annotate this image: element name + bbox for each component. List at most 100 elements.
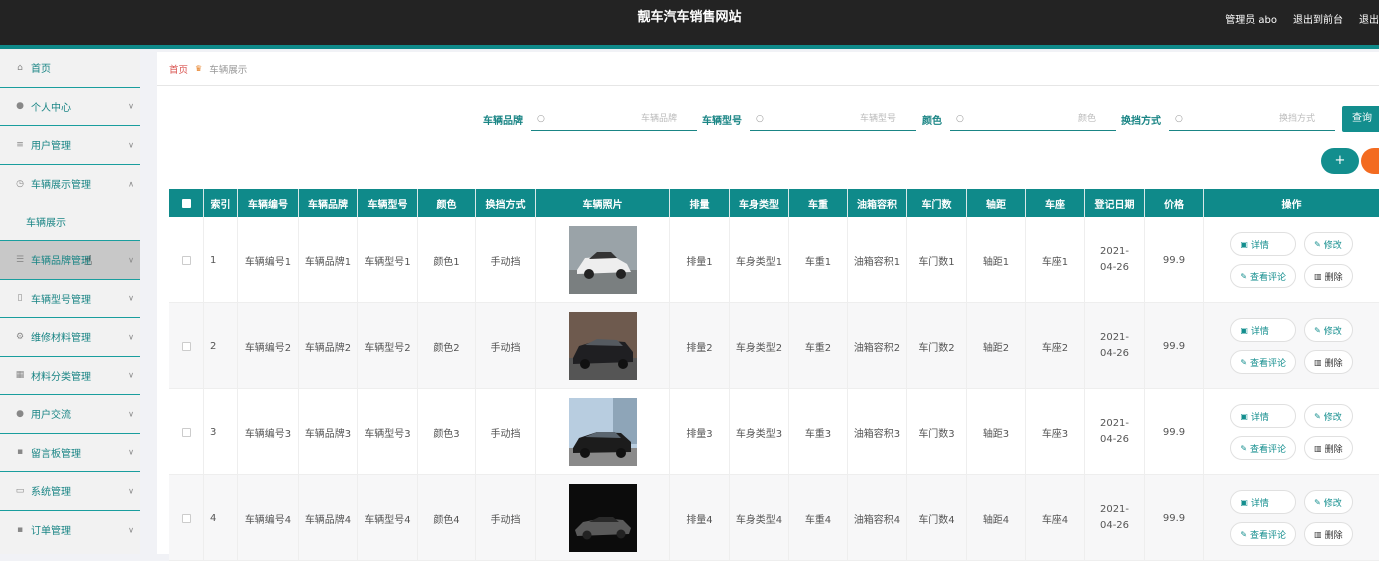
- sidebar-item-label: 系统管理: [31, 487, 71, 499]
- breadcrumb-home[interactable]: 首页: [169, 62, 188, 76]
- header-gear: 换挡方式: [476, 189, 536, 217]
- edit-button[interactable]: ✎ 修改: [1304, 490, 1353, 514]
- add-button[interactable]: +: [1321, 148, 1359, 174]
- edit-button[interactable]: ✎ 修改: [1304, 318, 1353, 342]
- cell-brand: 车辆品牌4: [299, 475, 358, 561]
- sidebar-item-home[interactable]: ⌂ 首页: [0, 49, 140, 88]
- sidebar-item-model-management[interactable]: ▯ 车辆型号管理 ∨: [0, 280, 140, 318]
- cell-code: 车辆编号1: [238, 217, 299, 303]
- select-all-checkbox[interactable]: [181, 198, 191, 208]
- sidebar-item-label: 订单管理: [31, 526, 71, 538]
- detail-icon: ▣: [1240, 239, 1248, 249]
- cell-doors: 车门数3: [907, 389, 967, 475]
- sidebar-item-vehicle-display-management[interactable]: ◷ 车辆展示管理 ∧: [0, 165, 140, 204]
- delete-button[interactable]: ▥ 删除: [1304, 522, 1353, 546]
- cell-index: 4: [204, 475, 238, 561]
- detail-button[interactable]: ▣ 详情: [1230, 404, 1297, 428]
- row-checkbox[interactable]: [181, 427, 191, 437]
- delete-button[interactable]: ▥ 删除: [1304, 264, 1353, 288]
- cell-color: 颜色1: [418, 217, 476, 303]
- sidebar-subitem-vehicle-display[interactable]: 车辆展示: [0, 203, 140, 241]
- brand-search-input[interactable]: ○ 车辆品牌: [531, 107, 697, 131]
- detail-button[interactable]: ▣ 详情: [1230, 232, 1297, 256]
- detail-label: 详情: [1250, 412, 1269, 423]
- model-search-input[interactable]: ○ 车辆型号: [750, 107, 916, 131]
- edit-icon: ✎: [1314, 497, 1321, 507]
- detail-button[interactable]: ▣ 详情: [1230, 318, 1297, 342]
- cell-photo: [536, 475, 670, 561]
- batch-delete-button[interactable]: [1361, 148, 1379, 174]
- chevron-up-icon: ∧: [128, 179, 134, 189]
- cell-tank: 油箱容积4: [848, 475, 907, 561]
- delete-label: 删除: [1324, 530, 1343, 541]
- sidebar-item-order-management[interactable]: ▪ 订单管理 ∨: [0, 511, 140, 550]
- row-checkbox[interactable]: [181, 341, 191, 351]
- brand-search-label: 车辆品牌: [483, 115, 523, 127]
- sidebar-item-message-board-management[interactable]: ▪ 留言板管理 ∨: [0, 434, 140, 472]
- car-photo[interactable]: [568, 398, 637, 466]
- edit-icon: ✎: [1314, 239, 1321, 249]
- cell-price: 99.9: [1145, 217, 1204, 303]
- trash-icon: ▥: [1314, 271, 1322, 281]
- edit-button[interactable]: ✎ 修改: [1304, 232, 1353, 256]
- car-photo[interactable]: [568, 226, 637, 294]
- sidebar-item-label: 维修材料管理: [31, 333, 91, 345]
- breadcrumb-current: 车辆展示: [209, 64, 248, 76]
- sidebar-item-system-management[interactable]: ▭ 系统管理 ∨: [0, 472, 140, 511]
- main-content: 首页 ♛ 车辆展示 车辆品牌 ○ 车辆品牌 车辆型号 ○ 车辆型号 颜色 ○ 颜…: [157, 52, 1379, 561]
- cell-wheelbase: 轴距3: [967, 389, 1026, 475]
- view-comments-button[interactable]: ✎ 查看评论: [1230, 522, 1297, 546]
- sidebar-item-user-management[interactable]: ≡ 用户管理 ∨: [0, 126, 140, 165]
- system-icon: ▭: [15, 485, 25, 496]
- row-select-cell: [169, 303, 204, 389]
- sidebar-item-user-exchange[interactable]: ● 用户交流 ∨: [0, 395, 140, 434]
- chevron-down-icon: ∨: [128, 293, 134, 303]
- cell-operations: ▣ 详情 ✎ 修改 ✎ 查看评论 ▥ 删除: [1204, 217, 1379, 303]
- sidebar-item-material-category-management[interactable]: ▦ 材料分类管理 ∨: [0, 357, 140, 395]
- chevron-down-icon: ∨: [128, 525, 134, 535]
- detail-button[interactable]: ▣ 详情: [1230, 490, 1297, 514]
- sidebar-item-brand-management[interactable]: ☰ 车辆品牌管理 ∨: [0, 241, 140, 280]
- color-search-input[interactable]: ○ 颜色: [950, 107, 1116, 131]
- view-comments-button[interactable]: ✎ 查看评论: [1230, 350, 1297, 374]
- comments-label: 查看评论: [1250, 272, 1287, 283]
- board-icon: ▪: [16, 447, 24, 458]
- cell-body-type: 车身类型3: [730, 389, 789, 475]
- cell-index: 2: [204, 303, 238, 389]
- cell-brand: 车辆品牌2: [299, 303, 358, 389]
- view-comments-button[interactable]: ✎ 查看评论: [1230, 264, 1297, 288]
- gear-search-input[interactable]: ○ 换挡方式: [1169, 107, 1335, 131]
- car-photo[interactable]: [568, 312, 637, 380]
- car-photo[interactable]: [568, 484, 637, 552]
- row-select-cell: [169, 389, 204, 475]
- home-icon: ⌂: [17, 62, 23, 73]
- detail-icon: ▣: [1240, 411, 1248, 421]
- row-checkbox[interactable]: [181, 255, 191, 265]
- row-checkbox[interactable]: [181, 513, 191, 523]
- delete-button[interactable]: ▥ 删除: [1304, 350, 1353, 374]
- sidebar-item-repair-material-management[interactable]: ⚙ 维修材料管理 ∨: [0, 318, 140, 357]
- cell-date-wrap: 2021-04-26: [1085, 303, 1145, 389]
- cell-tank: 油箱容积3: [848, 389, 907, 475]
- back-to-front-link[interactable]: 退出到前台: [1293, 11, 1343, 26]
- cell-date: 2021-04-26: [1099, 504, 1130, 531]
- view-comments-button[interactable]: ✎ 查看评论: [1230, 436, 1297, 460]
- detail-icon: ▣: [1240, 497, 1248, 507]
- person-icon: ●: [16, 408, 24, 419]
- cell-photo: [536, 389, 670, 475]
- logout-link[interactable]: 退出: [1359, 11, 1379, 26]
- edit-button[interactable]: ✎ 修改: [1304, 404, 1353, 428]
- header-date: 登记日期: [1085, 189, 1145, 217]
- sidebar-item-personal-center[interactable]: ● 个人中心 ∨: [0, 88, 140, 126]
- query-button[interactable]: 查询: [1342, 106, 1379, 132]
- cell-seats: 车座3: [1026, 389, 1085, 475]
- edit-icon: ✎: [1314, 411, 1321, 421]
- search-icon: ○: [756, 114, 764, 124]
- header-select-all[interactable]: [169, 189, 204, 217]
- cell-model: 车辆型号4: [358, 475, 418, 561]
- user-icon: ●: [16, 101, 24, 112]
- header-model: 车辆型号: [358, 189, 418, 217]
- header-body-type: 车身类型: [730, 189, 789, 217]
- brand-search: 车辆品牌 ○ 车辆品牌: [483, 106, 697, 132]
- delete-button[interactable]: ▥ 删除: [1304, 436, 1353, 460]
